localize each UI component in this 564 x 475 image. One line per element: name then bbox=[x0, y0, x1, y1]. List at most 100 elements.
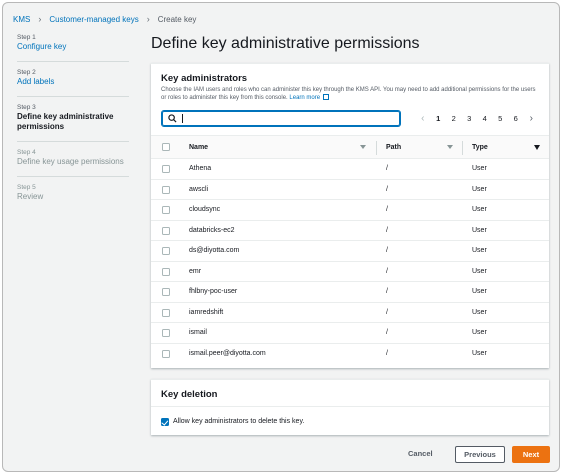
step-3: Step 3 Define key administrative permiss… bbox=[17, 103, 135, 132]
panel-header: Key deletion bbox=[151, 380, 549, 407]
cell-path: / bbox=[386, 226, 388, 234]
table-row[interactable]: iamredshift / User bbox=[151, 303, 549, 323]
cell-path: / bbox=[386, 185, 388, 193]
breadcrumb: KMS › Customer-managed keys › Create key bbox=[13, 12, 196, 26]
cell-path: / bbox=[386, 165, 388, 172]
step-1: Step 1 Configure key bbox=[17, 33, 135, 52]
search-input[interactable] bbox=[180, 113, 395, 124]
table-row[interactable]: databricks-ec2 / User bbox=[151, 221, 549, 241]
administrators-table: Name Path Type Athena / User awscli / User c… bbox=[151, 135, 549, 364]
breadcrumb-customer-managed-keys[interactable]: Customer-managed keys bbox=[49, 15, 138, 24]
previous-button[interactable]: Previous bbox=[455, 446, 505, 463]
table-row[interactable]: emr / User bbox=[151, 262, 549, 282]
step-2: Step 2 Add labels bbox=[17, 68, 135, 87]
table-row[interactable]: ismail.peer@diyotta.com / User bbox=[151, 344, 549, 365]
step-number: Step 1 bbox=[17, 34, 36, 41]
column-header-name[interactable]: Name bbox=[189, 144, 208, 151]
chevron-right-icon[interactable]: › bbox=[524, 113, 540, 124]
step-number: Step 5 bbox=[17, 184, 36, 191]
row-checkbox[interactable] bbox=[162, 185, 170, 194]
table-header: Name Path Type bbox=[151, 135, 549, 159]
page-2[interactable]: 2 bbox=[446, 114, 462, 123]
table-row[interactable]: ismail / User bbox=[151, 323, 549, 344]
step-5: Step 5 Review bbox=[17, 183, 135, 202]
sort-caret-icon[interactable] bbox=[360, 145, 366, 149]
cell-name: fhlbny-poc-user bbox=[189, 288, 238, 295]
cell-name: ismail.peer@diyotta.com bbox=[189, 349, 266, 357]
table-row[interactable]: Athena / User bbox=[151, 159, 549, 180]
cell-type: User bbox=[472, 329, 487, 336]
table-row[interactable]: ds@diyotta.com / User bbox=[151, 241, 549, 262]
breadcrumb-current: Create key bbox=[157, 14, 197, 24]
step-4: Step 4 Define key usage permissions bbox=[17, 148, 135, 167]
external-link-icon[interactable] bbox=[322, 94, 329, 100]
text-cursor bbox=[182, 114, 183, 123]
column-divider bbox=[462, 141, 463, 155]
allow-delete-label[interactable]: Allow key administrators to delete this … bbox=[173, 418, 304, 425]
cell-name: cloudsync bbox=[189, 206, 221, 213]
cell-type: User bbox=[472, 165, 487, 172]
cell-type: User bbox=[472, 349, 487, 357]
select-all-checkbox[interactable] bbox=[162, 143, 170, 151]
cell-path: / bbox=[386, 288, 388, 295]
allow-delete-checkbox[interactable] bbox=[161, 418, 169, 426]
cell-name: databricks-ec2 bbox=[189, 226, 235, 234]
table-body: Athena / User awscli / User cloudsync / User d… bbox=[151, 159, 549, 364]
page-4[interactable]: 4 bbox=[477, 114, 493, 123]
breadcrumb-separator-icon: › bbox=[38, 14, 42, 24]
cell-type: User bbox=[472, 308, 487, 316]
table-row[interactable]: cloudsync / User bbox=[151, 200, 549, 221]
key-deletion-panel: Key deletion Allow key administrators to… bbox=[151, 379, 549, 435]
row-checkbox[interactable] bbox=[162, 349, 170, 358]
step-link-configure-key[interactable]: Configure key bbox=[17, 42, 135, 52]
page-3[interactable]: 3 bbox=[462, 114, 478, 123]
breadcrumb-separator-icon: › bbox=[146, 14, 150, 24]
row-checkbox[interactable] bbox=[162, 308, 170, 317]
sort-caret-icon[interactable] bbox=[534, 145, 540, 150]
cell-type: User bbox=[472, 206, 487, 213]
cell-path: / bbox=[386, 247, 388, 254]
column-header-type[interactable]: Type bbox=[472, 144, 488, 151]
panel-title: Key deletion bbox=[161, 389, 218, 400]
page-6[interactable]: 6 bbox=[508, 114, 524, 123]
step-link-add-labels[interactable]: Add labels bbox=[17, 77, 135, 87]
step-divider bbox=[17, 61, 129, 62]
cell-path: / bbox=[386, 206, 388, 213]
page-1[interactable]: 1 bbox=[431, 114, 447, 123]
search-icon bbox=[168, 114, 177, 123]
search-box[interactable] bbox=[161, 110, 401, 127]
sort-caret-icon[interactable] bbox=[447, 145, 453, 149]
cancel-button[interactable]: Cancel bbox=[408, 449, 433, 458]
next-button[interactable]: Next bbox=[512, 446, 550, 463]
key-administrators-panel: Key administrators Choose the IAM users … bbox=[151, 63, 549, 368]
page-title: Define key administrative permissions bbox=[151, 35, 420, 52]
cell-name: emr bbox=[189, 267, 202, 275]
cell-name: awscli bbox=[189, 185, 209, 193]
step-divider bbox=[17, 141, 129, 142]
row-checkbox[interactable] bbox=[162, 206, 170, 214]
cell-name: iamredshift bbox=[189, 308, 224, 316]
chevron-left-icon[interactable]: ‹ bbox=[415, 113, 431, 124]
row-checkbox[interactable] bbox=[162, 226, 170, 235]
breadcrumb-kms[interactable]: KMS bbox=[13, 15, 30, 24]
row-checkbox[interactable] bbox=[162, 288, 170, 296]
cell-path: / bbox=[386, 349, 388, 357]
page-5[interactable]: 5 bbox=[493, 114, 509, 123]
column-header-path[interactable]: Path bbox=[386, 144, 401, 151]
row-checkbox[interactable] bbox=[162, 165, 170, 173]
cell-name: ismail bbox=[189, 329, 207, 336]
step-number: Step 2 bbox=[17, 69, 36, 76]
row-checkbox[interactable] bbox=[162, 329, 170, 337]
pagination: ‹ 1 2 3 4 5 6 › bbox=[415, 112, 539, 124]
panel-description: Choose the IAM users and roles who can a… bbox=[161, 86, 541, 102]
step-number: Step 4 bbox=[17, 149, 36, 156]
table-row[interactable]: awscli / User bbox=[151, 180, 549, 200]
step-divider bbox=[17, 176, 129, 177]
table-row[interactable]: fhlbny-poc-user / User bbox=[151, 282, 549, 303]
learn-more-link[interactable]: Learn more bbox=[289, 95, 320, 101]
cell-path: / bbox=[386, 308, 388, 316]
row-checkbox[interactable] bbox=[162, 267, 170, 276]
step-title-disabled: Review bbox=[17, 192, 44, 201]
cell-type: User bbox=[472, 267, 487, 275]
row-checkbox[interactable] bbox=[162, 247, 170, 255]
